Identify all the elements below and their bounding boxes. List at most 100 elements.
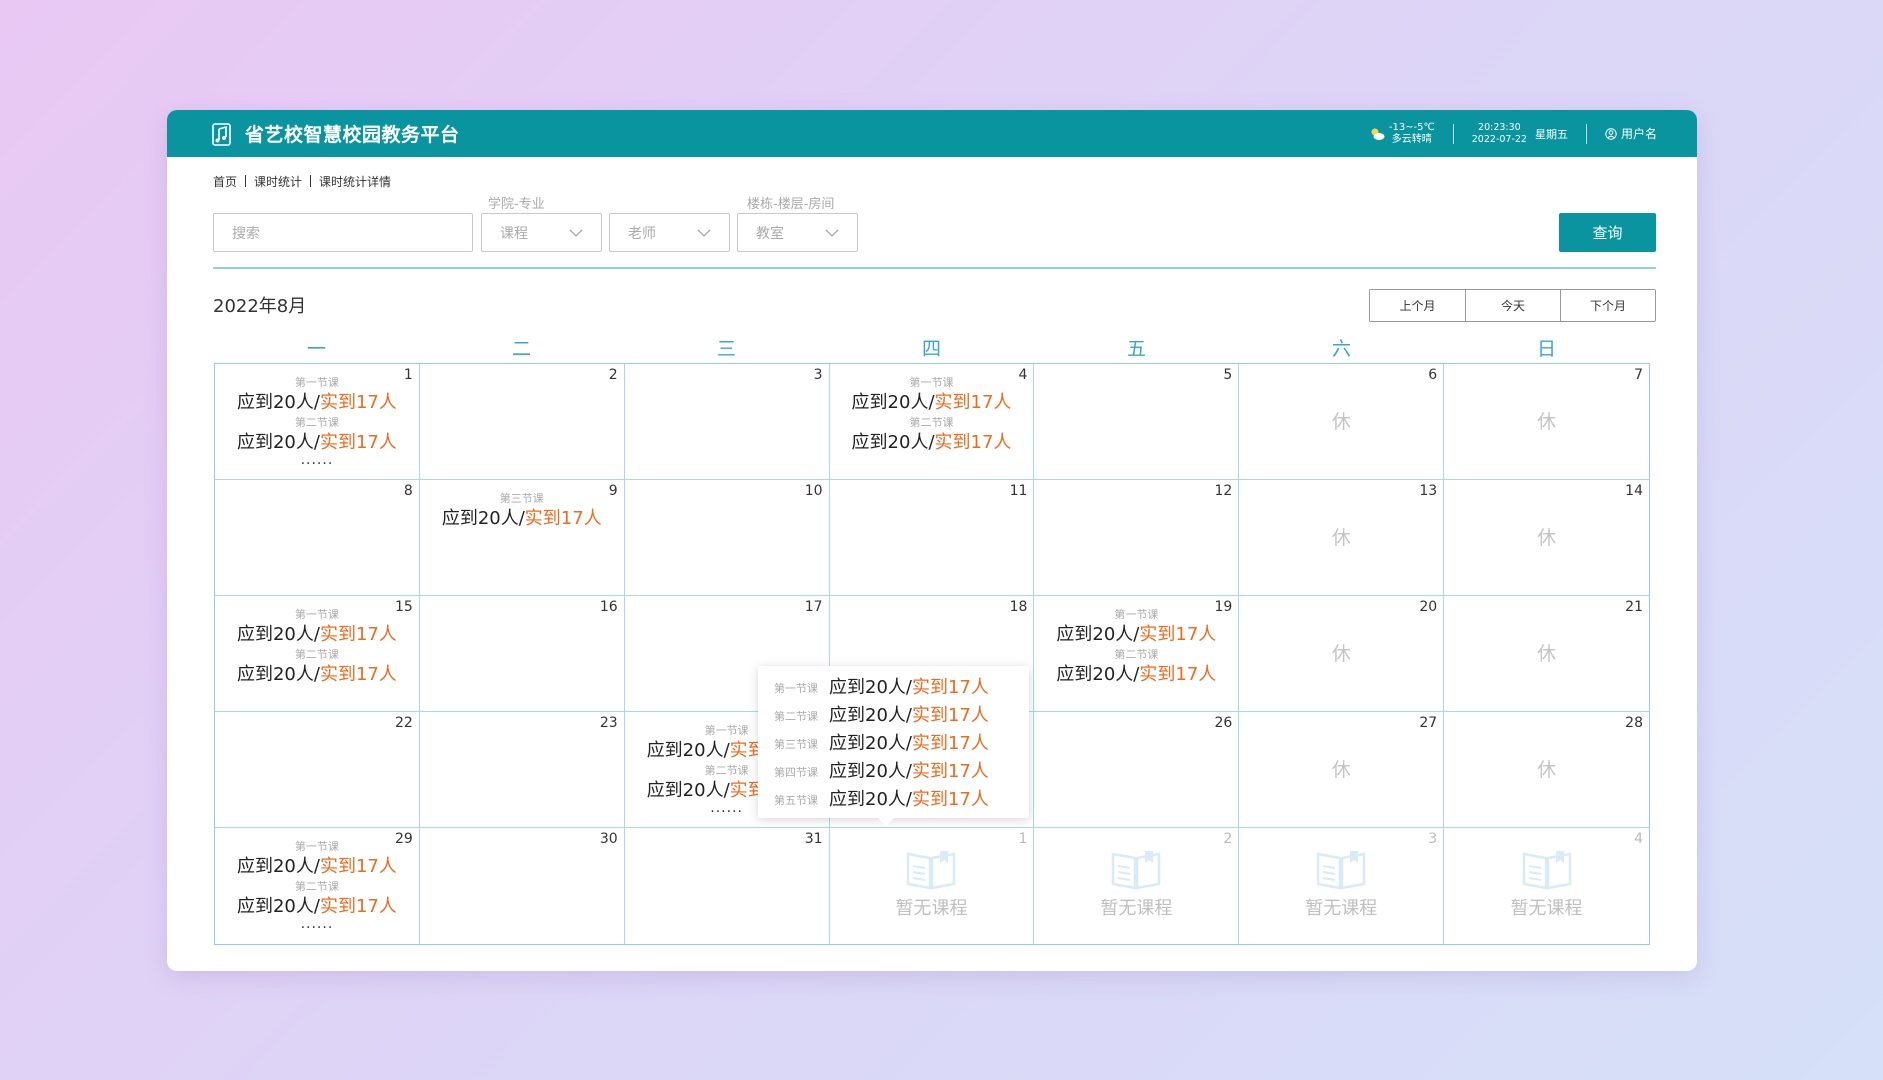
expected-count: 应到20人/	[829, 733, 912, 754]
breadcrumb-detail: 课时统计详情	[319, 174, 392, 189]
calendar-day-cell[interactable]: 29 第一节课 应到20人/实到17人 第二节课 应到20人/实到17人......	[215, 828, 420, 944]
calendar-day-cell[interactable]: 21 休	[1444, 596, 1649, 712]
search-input[interactable]: 搜索	[213, 213, 473, 252]
actual-count: 实到17人	[1139, 664, 1217, 685]
expected-count: 应到20人/	[829, 705, 912, 726]
chevron-down-icon	[697, 229, 711, 237]
calendar-day-cell[interactable]: 16	[419, 596, 625, 712]
breadcrumb-stats[interactable]: 课时统计	[254, 173, 302, 190]
breadcrumb: 首页 课时统计 课时统计详情	[213, 173, 1656, 189]
teacher-select[interactable]: 老师	[609, 213, 730, 252]
class-slot-label: 第二节课	[909, 416, 954, 429]
app-window: 省艺校智慧校园教务平台 -13~-5℃ 多云转晴 20:23:30 2022-0…	[167, 110, 1697, 971]
next-month-button[interactable]: 下个月	[1560, 289, 1655, 321]
class-attendance-list: 第一节课 应到20人/实到17人 第二节课 应到20人/实到17人	[1034, 608, 1238, 688]
calendar-day-cell[interactable]: 8	[215, 480, 420, 596]
actual-count: 实到17人	[524, 508, 602, 529]
expected-count: 应到20人/	[236, 432, 320, 453]
day-number: 16	[599, 599, 618, 615]
expected-count: 应到20人/	[829, 677, 912, 698]
calendar-day-cell[interactable]: 2 暂无课程	[1034, 828, 1240, 944]
today-button[interactable]: 今天	[1465, 289, 1560, 321]
day-number: 13	[1419, 483, 1438, 499]
calendar-day-cell[interactable]: 1 第一节课 应到20人/实到17人 第二节课 应到20人/实到17人......	[215, 364, 420, 480]
calendar-day-cell[interactable]: 2	[419, 364, 625, 480]
day-number: 6	[1428, 367, 1438, 383]
calendar-day-cell[interactable]: 5	[1034, 364, 1240, 480]
calendar-day-cell[interactable]: 30	[420, 828, 625, 944]
day-number: 12	[1214, 483, 1233, 499]
app-title: 省艺校智慧校园教务平台	[245, 124, 460, 146]
rest-day-label: 休	[1331, 411, 1351, 433]
popup-row: 第三节课 应到20人/实到17人	[774, 730, 1029, 758]
user-menu[interactable]: 用户名	[1605, 125, 1657, 142]
calendar-day-cell[interactable]: 1 暂无课程	[830, 828, 1035, 944]
calendar-day-cell[interactable]: 9 第三节课 应到20人/实到17人	[419, 480, 625, 596]
expected-count: 应到20人/	[646, 740, 730, 761]
filter-label-location: 楼栋-楼层-房间	[747, 197, 835, 212]
calendar-day-cell[interactable]: 23	[419, 712, 625, 828]
more-indicator[interactable]: ......	[215, 453, 419, 467]
calendar-day-cell[interactable]: 3 暂无课程	[1239, 828, 1445, 944]
calendar-day-cell[interactable]: 15 第一节课 应到20人/实到17人 第二节课 应到20人/实到17人	[215, 596, 420, 712]
day-number: 27	[1419, 715, 1438, 731]
room-select[interactable]: 教室	[737, 213, 858, 252]
calendar-day-cell[interactable]: 7休	[1444, 364, 1649, 480]
class-slot-label: 第一节课	[294, 608, 339, 621]
calendar-day-cell[interactable]: 28 休	[1444, 712, 1649, 828]
calendar-day-cell[interactable]: 10	[624, 480, 830, 596]
empty-book-icon	[907, 851, 956, 890]
attendance-text: 应到20人/实到17人	[1034, 622, 1238, 648]
calendar-day-cell[interactable]: 12	[1034, 480, 1240, 596]
attendance-text: 应到20人/实到17人	[215, 662, 419, 688]
calendar-day-cell[interactable]: 14 休	[1444, 480, 1649, 596]
actual-count: 实到17人	[911, 761, 989, 782]
attendance-text: 应到20人/实到17人	[215, 390, 419, 416]
filter-bar: 学院-专业 楼栋-楼层-房间 搜索 课程 老师 教室 查询	[213, 193, 1656, 261]
day-number: 26	[1214, 715, 1233, 731]
day-number: 5	[1223, 367, 1233, 383]
more-indicator[interactable]: ......	[215, 917, 419, 931]
expected-count: 应到20人/	[829, 761, 912, 782]
calendar-day-cell[interactable]: 13 休	[1239, 480, 1445, 596]
expected-count: 应到20人/	[851, 432, 935, 453]
calendar-day-cell[interactable]: 22	[215, 712, 420, 828]
day-number: 20	[1419, 599, 1438, 615]
calendar-day-cell[interactable]: 4 暂无课程	[1444, 828, 1649, 944]
popup-row: 第二节课 应到20人/实到17人	[774, 702, 1029, 730]
course-select[interactable]: 课程	[481, 213, 602, 252]
query-button[interactable]: 查询	[1559, 213, 1656, 252]
actual-count: 实到17人	[911, 705, 989, 726]
day-number: 3	[813, 367, 823, 383]
weekday-label: 日	[1536, 337, 1556, 360]
filter-label-college: 学院-专业	[488, 197, 545, 212]
popup-slot-label: 第四节课	[774, 766, 818, 779]
day-number: 10	[804, 483, 823, 499]
day-number: 17	[804, 599, 823, 615]
breadcrumb-home[interactable]: 首页	[213, 173, 237, 190]
calendar-day-cell[interactable]: 31	[625, 828, 830, 944]
calendar-day-cell[interactable]: 3	[624, 364, 830, 480]
day-number: 11	[1009, 483, 1028, 499]
day-number: 8	[403, 483, 413, 499]
month-title: 2022年8月	[213, 296, 307, 317]
day-number: 1	[1018, 831, 1028, 847]
calendar-day-cell[interactable]: 27 休	[1239, 712, 1445, 828]
popup-row: 第一节课 应到20人/实到17人	[774, 674, 1029, 702]
calendar-day-cell[interactable]: 19 第一节课 应到20人/实到17人 第二节课 应到20人/实到17人	[1034, 596, 1240, 712]
calendar-day-cell[interactable]: 11	[829, 480, 1035, 596]
calendar-day-cell[interactable]: 6休	[1239, 364, 1445, 480]
prev-month-button[interactable]: 上个月	[1370, 289, 1465, 321]
class-slot-label: 第一节课	[909, 376, 954, 389]
rest-day-label: 休	[1331, 759, 1351, 781]
class-slot-label: 第二节课	[294, 880, 339, 893]
calendar-day-cell[interactable]: 26	[1034, 712, 1240, 828]
class-attendance-list: 第一节课应到20人/实到17人第二节课应到20人/实到17人......	[215, 376, 419, 467]
expected-count: 应到20人/	[236, 624, 320, 645]
day-number: 28	[1625, 715, 1643, 731]
calendar-day-cell[interactable]: 4 第一节课 应到20人/实到17人 第二节课 应到20人/实到17人	[829, 364, 1035, 480]
calendar-day-cell[interactable]: 20 休	[1239, 596, 1445, 712]
rest-day-label: 休	[1331, 527, 1351, 549]
weather-widget: -13~-5℃ 多云转晴	[1369, 122, 1435, 146]
divider	[213, 267, 1656, 269]
